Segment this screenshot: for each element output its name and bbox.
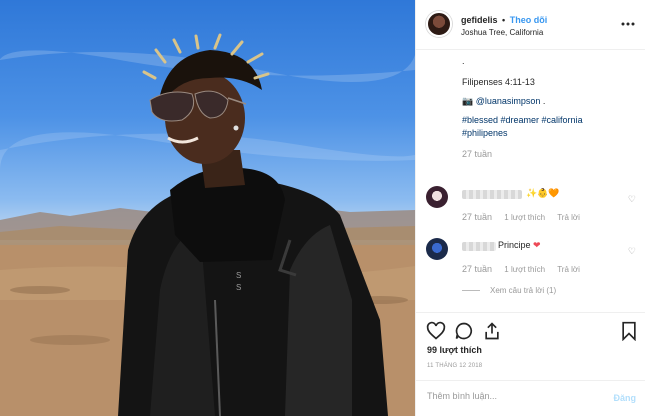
location-link[interactable]: Joshua Tree, California [461, 28, 543, 37]
more-options-icon[interactable] [621, 14, 635, 30]
comment-time: 27 tuần [462, 212, 493, 222]
comment-meta: 27 tuần 1 lượt thích Trả lời [462, 264, 590, 274]
svg-text:S: S [236, 283, 241, 292]
add-comment-bar: Đăng [416, 380, 645, 416]
like-heart-icon[interactable] [426, 321, 446, 341]
username-link[interactable]: gefidelis [461, 15, 498, 25]
comment-like-icon[interactable]: ♡ [628, 246, 636, 257]
share-icon[interactable] [482, 321, 502, 341]
post-photo[interactable]: S S [0, 0, 415, 416]
view-replies-button[interactable]: Xem câu trả lời (1) [462, 286, 556, 295]
comment-item: Principe ❤ ♡ 27 tuần 1 lượt thích Trả lờ… [426, 238, 638, 282]
heart-emoji-icon: ❤ [533, 240, 541, 250]
mention-suffix: . [540, 96, 546, 106]
follow-button[interactable]: Theo dõi [510, 15, 548, 25]
hashtags-line-1[interactable]: #blessed #dreamer #california [462, 114, 637, 127]
camera-icon: 📷 [462, 96, 474, 106]
likes-count[interactable]: 99 lượt thích [427, 345, 482, 355]
post-header: gefidelis • Theo dõi Joshua Tree, Califo… [416, 0, 645, 50]
username-row: gefidelis • Theo dõi [461, 15, 547, 25]
comment-meta: 27 tuần 1 lượt thích Trả lời [462, 212, 590, 222]
post-sidebar: gefidelis • Theo dõi Joshua Tree, Califo… [415, 0, 645, 416]
comment-text: Principe ❤ [498, 240, 541, 251]
reply-button[interactable]: Trả lời [557, 265, 580, 274]
reply-button[interactable]: Trả lời [557, 213, 580, 222]
comment-text: ✨👶🧡 [526, 188, 560, 198]
comment-likes[interactable]: 1 lượt thích [504, 213, 545, 222]
separator-dot: • [502, 15, 506, 25]
caption-credit: 📷 @luanasimpson . [462, 95, 637, 108]
comment-likes[interactable]: 1 lượt thích [504, 265, 545, 274]
svg-text:S: S [236, 271, 241, 280]
replies-line [462, 290, 480, 292]
comment-text-word: Principe [498, 240, 531, 250]
caption-verse: Filipenses 4:11-13 [462, 77, 535, 87]
comment-input[interactable] [427, 391, 587, 401]
hashtags-line-2[interactable]: #philipenes [462, 127, 637, 140]
post-date: 11 THÁNG 12 2018 [427, 363, 483, 369]
commenter-username-blurred[interactable] [462, 242, 496, 251]
mention-link[interactable]: @luanasimpson [476, 96, 541, 106]
caption-dot: . [462, 56, 465, 66]
commenter-avatar[interactable] [426, 186, 448, 208]
comment-like-icon[interactable]: ♡ [628, 194, 636, 205]
commenter-username-blurred[interactable] [462, 190, 522, 199]
comment-bubble-icon[interactable] [454, 321, 474, 341]
post-caption: . Filipenses 4:11-13 📷 @luanasimpson . #… [462, 55, 637, 161]
comment-item: ✨👶🧡 ♡ 27 tuần 1 lượt thích Trả lời [426, 186, 638, 230]
comment-time: 27 tuần [462, 264, 493, 274]
view-replies-label: Xem câu trả lời (1) [490, 286, 557, 295]
commenter-avatar[interactable] [426, 238, 448, 260]
post-comment-button[interactable]: Đăng [614, 393, 637, 403]
save-bookmark-icon[interactable] [620, 321, 640, 342]
user-avatar[interactable] [426, 11, 452, 37]
instagram-post-modal: S S gefidelis • Theo dõi Joshua Tree, Ca… [0, 0, 645, 416]
caption-time: 27 tuần [462, 149, 493, 159]
photo-illustration: S S [0, 33, 415, 416]
